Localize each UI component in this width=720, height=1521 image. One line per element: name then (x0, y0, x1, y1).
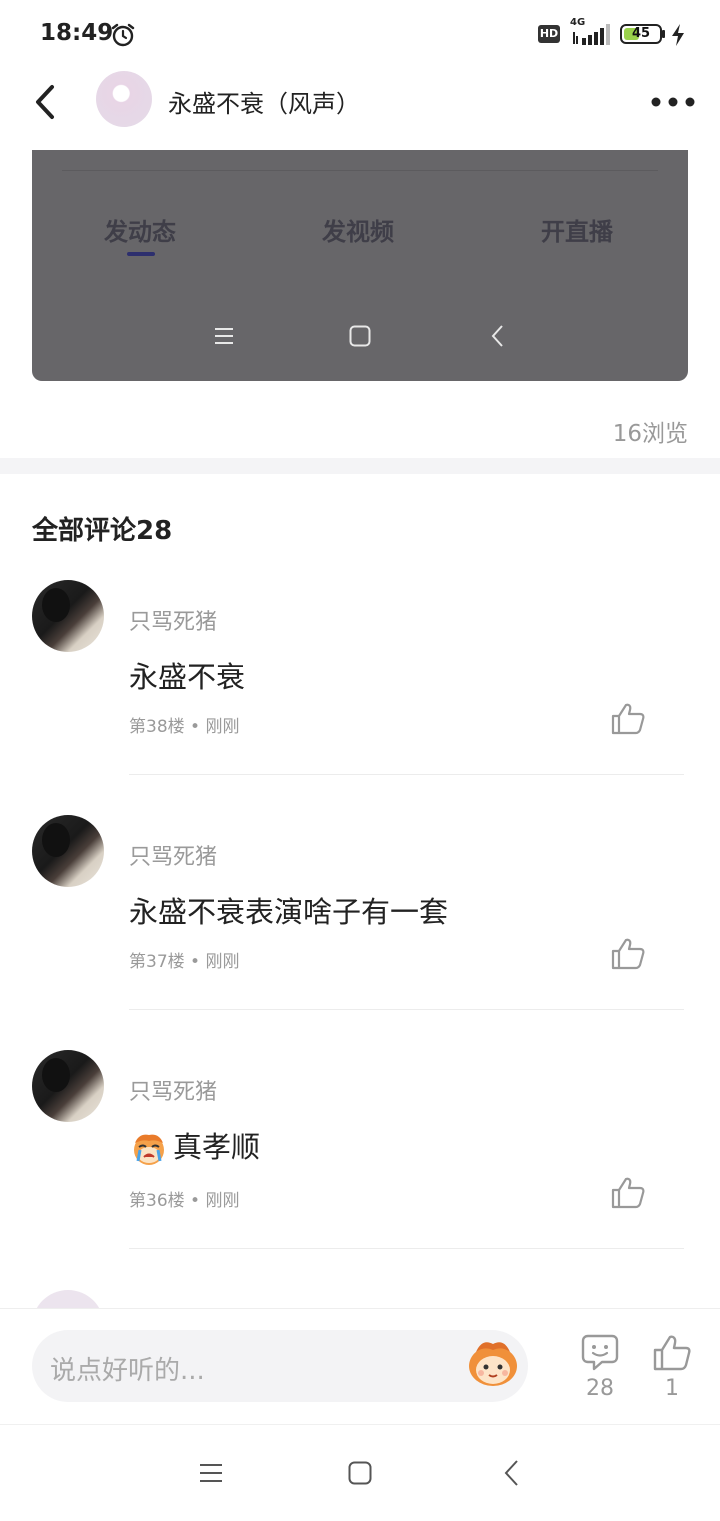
battery-tip (662, 30, 665, 38)
comment-text[interactable]: 真孝顺 (129, 1124, 260, 1167)
monkey-emoji-icon[interactable] (464, 1338, 522, 1390)
header-avatar[interactable] (96, 71, 152, 127)
active-tab-indicator (127, 252, 155, 256)
menu-icon (215, 328, 233, 344)
like-icon[interactable] (652, 1334, 692, 1372)
home-square-icon[interactable] (347, 1460, 373, 1486)
comment-username[interactable]: 只骂死猪 (129, 604, 217, 636)
page-title: 永盛不衰（风声） (168, 90, 360, 118)
avatar[interactable] (32, 580, 104, 652)
like-icon[interactable] (610, 1176, 646, 1210)
like-count: 1 (665, 1376, 679, 1401)
comment-text[interactable]: 永盛不衰表演啥子有一套 (129, 889, 448, 931)
comment-username[interactable]: 只骂死猪 (129, 1074, 217, 1106)
comment-divider (129, 1248, 684, 1249)
tab-post-status: 发动态 (104, 218, 176, 246)
back-chevron-icon[interactable] (500, 1459, 524, 1487)
tab-post-video: 发视频 (322, 218, 394, 246)
back-arrow-icon[interactable] (30, 82, 64, 122)
comment-meta: 第36楼 • 刚刚 (129, 1191, 240, 1211)
tab-go-live: 开直播 (541, 218, 613, 246)
section-divider (0, 458, 720, 474)
signal-icon (573, 24, 610, 45)
comment-text[interactable]: 永盛不衰 (129, 654, 245, 696)
charging-icon (672, 24, 684, 46)
comment-meta: 第37楼 • 刚刚 (129, 952, 240, 972)
battery-icon: 45 (620, 24, 662, 44)
hd-badge: HD (538, 25, 560, 43)
card-divider (62, 170, 658, 171)
view-count: 16浏览 (612, 421, 688, 447)
post-image[interactable]: 发动态 发视频 开直播 (32, 150, 688, 381)
comment-text-content: 真孝顺 (173, 1130, 261, 1164)
back-chevron-icon (491, 325, 503, 347)
comment-divider (129, 1009, 684, 1010)
crying-face-emoji-icon (134, 1134, 164, 1165)
comment-username[interactable]: 只骂死猪 (129, 839, 217, 871)
clock: 18:49 (40, 20, 114, 46)
home-square-icon (349, 325, 371, 347)
comment-bubble-icon[interactable] (580, 1332, 620, 1372)
comment-count: 28 (586, 1376, 614, 1401)
like-icon[interactable] (610, 937, 646, 971)
battery-percent: 45 (631, 26, 651, 41)
system-nav-bar (0, 1424, 720, 1521)
avatar[interactable] (32, 815, 104, 887)
alarm-icon (111, 23, 135, 47)
comment-meta: 第38楼 • 刚刚 (129, 717, 240, 737)
status-bar: 18:49 HD 4G 45 (0, 0, 720, 70)
comment-divider (129, 774, 684, 775)
like-icon[interactable] (610, 702, 646, 736)
menu-icon[interactable] (198, 1461, 224, 1485)
comment-input-placeholder[interactable]: 说点好听的... (50, 1350, 205, 1387)
comments-header: 全部评论28 (32, 516, 173, 546)
more-options-icon[interactable] (650, 96, 696, 108)
avatar[interactable] (32, 1050, 104, 1122)
